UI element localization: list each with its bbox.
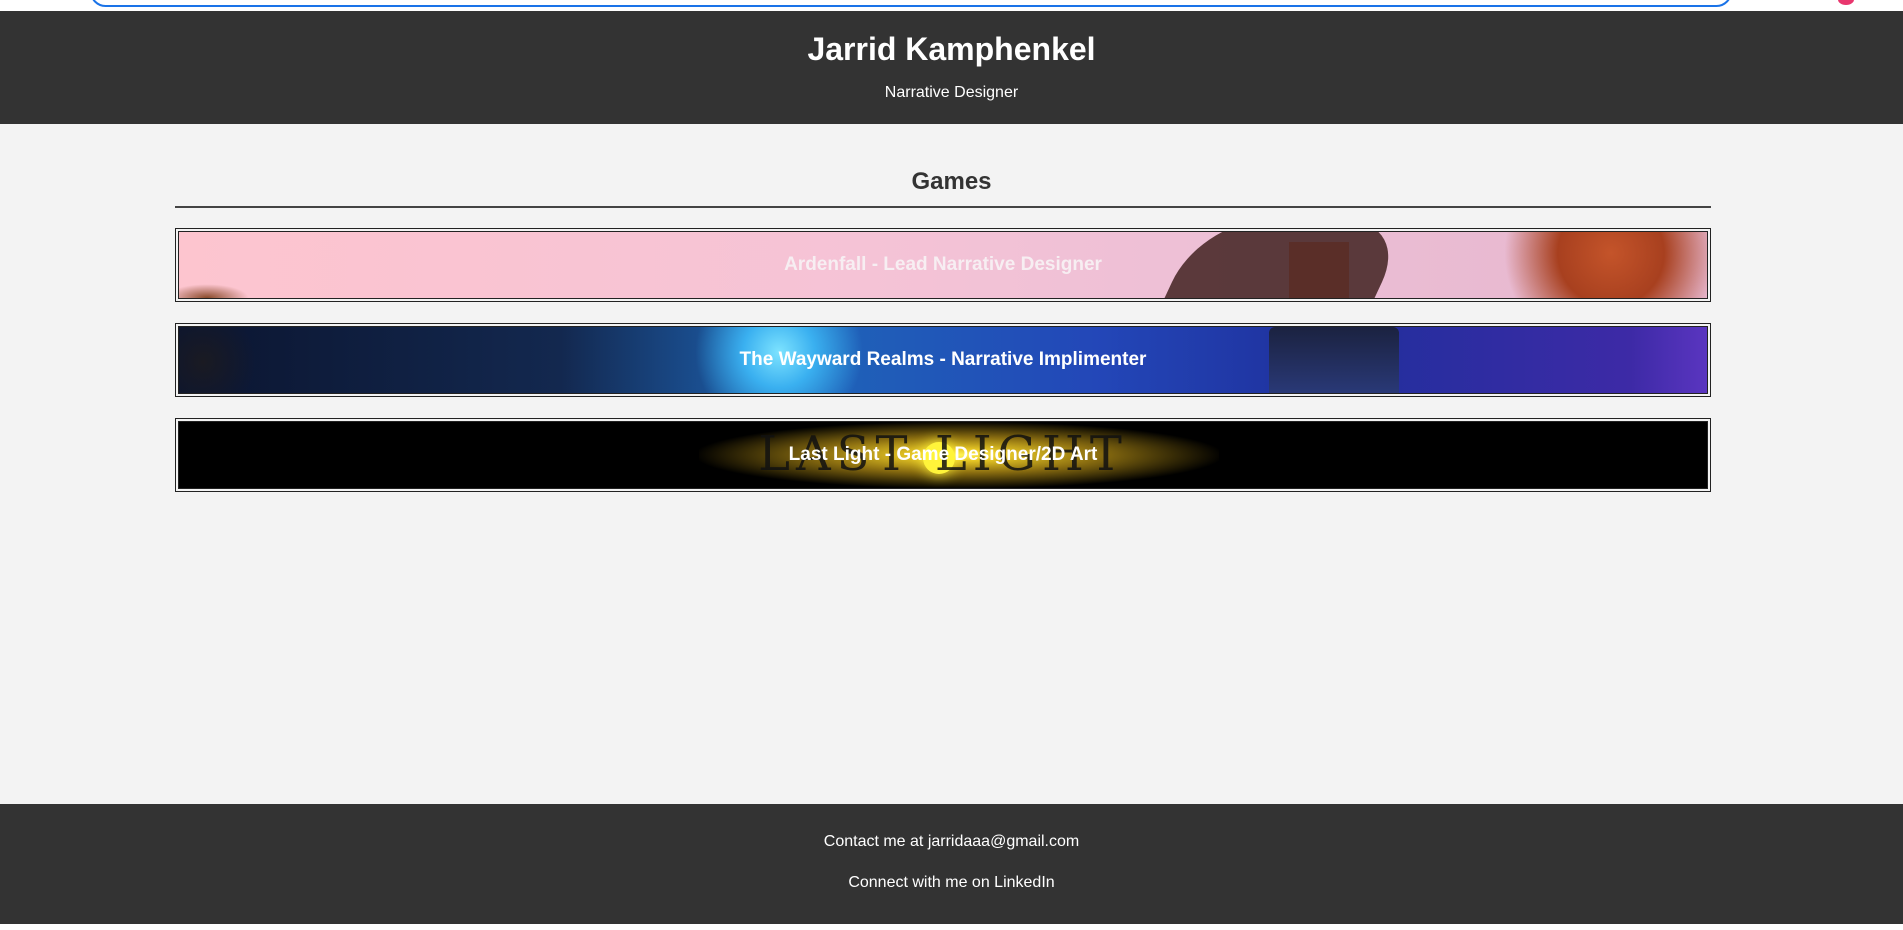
notification-badge-icon[interactable]: [1838, 0, 1854, 5]
page-bottom-edge: [0, 924, 1903, 930]
games-heading: Games: [911, 168, 992, 195]
banner-image: Ardenfall - Lead Narrative Designer: [178, 231, 1708, 299]
game-banner-ardenfall[interactable]: Ardenfall - Lead Narrative Designer: [175, 228, 1711, 302]
banner-image: The Wayward Realms - Narrative Impliment…: [178, 326, 1708, 394]
game-title[interactable]: Ardenfall - Lead Narrative Designer: [179, 254, 1707, 276]
game-banner-last-light[interactable]: LAST LIGHT Last Light - Game Designer/2D…: [175, 418, 1711, 492]
linkedin-link[interactable]: LinkedIn: [994, 874, 1055, 891]
browser-toolbar: [0, 0, 1903, 11]
site-title: Jarrid Kamphenkel: [807, 31, 1096, 67]
address-bar[interactable]: [90, 0, 1732, 7]
contact-text: Contact me at jarridaaa@gmail.com: [823, 833, 1080, 850]
linkedin-line: Connect with me on LinkedIn: [0, 873, 1903, 893]
foliage-decoration: [179, 284, 249, 298]
site-subtitle: Narrative Designer: [884, 84, 1019, 101]
section-divider: [175, 206, 1711, 208]
game-banner-wayward-realms[interactable]: The Wayward Realms - Narrative Impliment…: [175, 323, 1711, 397]
banner-image: LAST LIGHT Last Light - Game Designer/2D…: [178, 421, 1708, 489]
site-header: Jarrid Kamphenkel Narrative Designer: [0, 11, 1903, 124]
game-title[interactable]: Last Light - Game Designer/2D Art: [179, 444, 1707, 466]
game-title[interactable]: The Wayward Realms - Narrative Impliment…: [179, 349, 1707, 371]
site-footer: Contact me at jarridaaa@gmail.com Connec…: [0, 804, 1903, 924]
linkedin-prefix: Connect with me on: [848, 874, 995, 891]
